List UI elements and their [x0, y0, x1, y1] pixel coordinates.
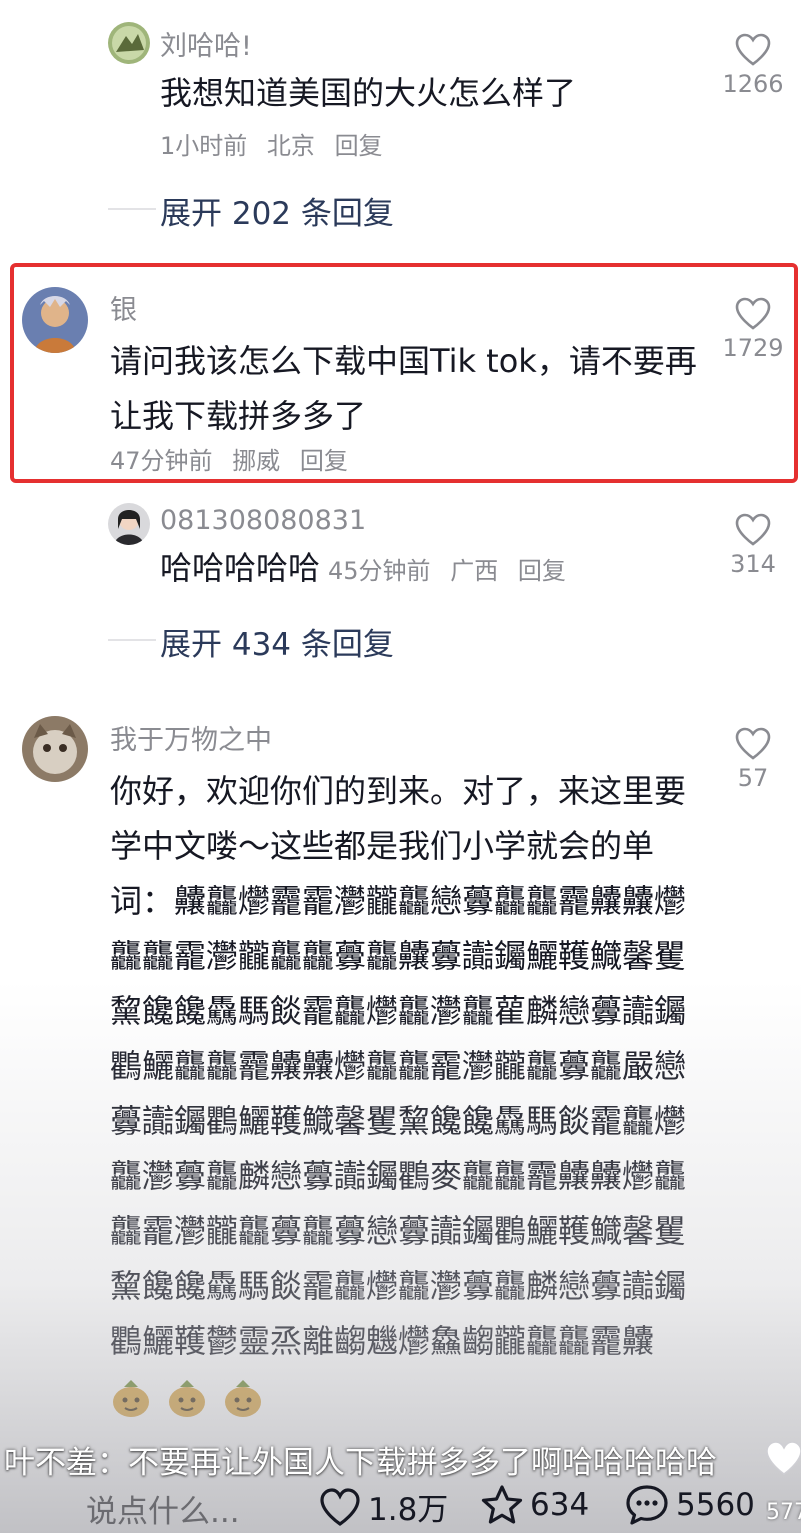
comment-username[interactable]: 刘哈哈! [160, 24, 252, 63]
comment-location: 挪威 [232, 447, 281, 475]
like-count: 57 [737, 764, 769, 792]
divider [108, 639, 156, 641]
comment-username[interactable]: 081308080831 [160, 505, 366, 536]
comment-line: 哈哈哈哈哈 45分钟前 广西 回复 [160, 548, 578, 588]
comment-location: 广西 [450, 557, 499, 585]
reply-button[interactable]: 回复 [300, 447, 348, 475]
avatar[interactable] [22, 716, 88, 782]
expand-replies-button[interactable]: 展开 202 条回复 [160, 188, 394, 233]
like-button[interactable]: 1729 [718, 296, 788, 362]
danmaku-comment: 叶不羞：不要再让外国人下载拼多多了啊哈哈哈哈哈 [4, 1438, 724, 1488]
avatar-image-icon [22, 287, 88, 353]
emoji-icon [225, 1380, 262, 1417]
divider [108, 208, 156, 210]
comment-location: 北京 [266, 132, 315, 160]
comment-meta: 1小时前 北京 回复 [160, 126, 395, 161]
heart-icon [735, 297, 771, 330]
comment-username[interactable]: 我于万物之中 [110, 718, 272, 757]
danmaku-text: 叶不羞：不要再让外国人下载拼多多了啊哈哈哈哈哈 [4, 1445, 717, 1481]
emoji-icon [169, 1380, 206, 1417]
like-button[interactable]: 1266 [718, 32, 788, 98]
expand-replies-button[interactable]: 展开 434 条回复 [160, 619, 394, 664]
like-count: 314 [730, 550, 776, 578]
avatar-image-icon [108, 503, 150, 545]
avatar-image-icon [108, 22, 150, 64]
share-icon [766, 1441, 801, 1475]
avatar[interactable] [22, 287, 88, 353]
comment-text: 请问我该怎么下载中国Tik tok，请不要再让我下载拼多多了 [110, 342, 697, 435]
video-like-button[interactable]: 1.8万 [318, 1484, 448, 1529]
comment-time: 47分钟前 [110, 447, 213, 475]
star-icon [481, 1485, 523, 1524]
like-button[interactable]: 57 [718, 726, 788, 792]
avatar-image-icon [22, 716, 88, 782]
favorite-button[interactable]: 634 [480, 1484, 589, 1526]
comment-meta: 45分钟前 广西 回复 [328, 551, 578, 586]
comment-text: 你好，欢迎你们的到来。对了，来这里要学中文喽～这些都是我们小学就会的单词：齉龘爩… [110, 764, 694, 1424]
comment-time: 45分钟前 [328, 557, 431, 585]
reply-button[interactable]: 回复 [335, 132, 383, 160]
like-count: 1729 [722, 334, 784, 362]
share-count: 577 [766, 1500, 801, 1525]
video-like-count: 1.8万 [368, 1492, 449, 1528]
avatar[interactable] [108, 22, 150, 64]
heart-icon [735, 33, 771, 66]
comment-text-content: 你好，欢迎你们的到来。对了，来这里要学中文喽～这些都是我们小学就会的单词：齉龘爩… [110, 772, 687, 1360]
like-count: 1266 [722, 70, 784, 98]
comments-count: 5560 [676, 1487, 755, 1523]
heart-icon [320, 1487, 360, 1526]
comment-meta: 47分钟前 挪威 回复 [110, 441, 360, 476]
favorite-count: 634 [530, 1487, 590, 1523]
comment-time: 1小时前 [160, 132, 248, 160]
comment-input-placeholder: 说点什么... [86, 1494, 240, 1530]
heart-icon [735, 727, 771, 760]
comment-input[interactable]: 说点什么... [86, 1486, 240, 1531]
emoji-icon [113, 1380, 149, 1417]
avatar[interactable] [108, 503, 150, 545]
comment-bubble-icon [626, 1485, 668, 1525]
like-button[interactable]: 314 [718, 512, 788, 578]
reply-button[interactable]: 回复 [518, 557, 566, 585]
comment-text: 哈哈哈哈哈 [160, 549, 321, 587]
comment-text: 我想知道美国的大火怎么样了 [160, 74, 577, 112]
comment-username[interactable]: 银 [110, 288, 137, 327]
emoji-group [110, 1377, 268, 1417]
share-button[interactable] [764, 1440, 801, 1480]
heart-icon [735, 513, 771, 546]
comments-button[interactable]: 5560 [624, 1484, 755, 1526]
